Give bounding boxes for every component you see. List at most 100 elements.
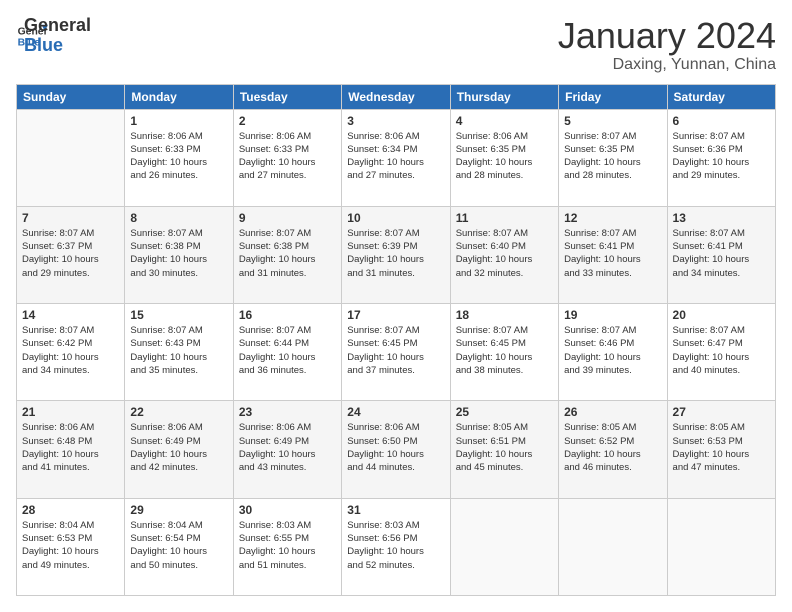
day-number: 27: [673, 405, 770, 419]
logo: General Blue General Blue: [16, 16, 91, 56]
day-info: Sunrise: 8:06 AM Sunset: 6:48 PM Dayligh…: [22, 421, 119, 474]
day-info: Sunrise: 8:07 AM Sunset: 6:39 PM Dayligh…: [347, 227, 444, 280]
day-number: 31: [347, 503, 444, 517]
calendar-cell: 18Sunrise: 8:07 AM Sunset: 6:45 PM Dayli…: [450, 304, 558, 401]
day-number: 10: [347, 211, 444, 225]
calendar-cell: 26 Sunrise: 8:05 AM Sunset: 6:52 PM Dayli…: [559, 401, 667, 498]
day-number: 28: [22, 503, 119, 517]
month-title: January 2024: [558, 16, 776, 56]
day-number: 14: [22, 308, 119, 322]
calendar-cell: 27 Sunrise: 8:05 AM Sunset: 6:53 PM Dayli…: [667, 401, 775, 498]
calendar-cell: 25Sunrise: 8:05 AM Sunset: 6:51 PM Dayli…: [450, 401, 558, 498]
day-number: 22: [130, 405, 227, 419]
logo-text-blue: Blue: [24, 36, 91, 56]
calendar-cell: 21 Sunrise: 8:06 AM Sunset: 6:48 PM Dayli…: [17, 401, 125, 498]
header-monday: Monday: [125, 84, 233, 109]
day-number: 12: [564, 211, 661, 225]
day-info: Sunrise: 8:07 AM Sunset: 6:35 PM Dayligh…: [564, 130, 661, 183]
page: General Blue General Blue January 2024 D…: [0, 0, 792, 612]
calendar-cell: 23Sunrise: 8:06 AM Sunset: 6:49 PM Dayli…: [233, 401, 341, 498]
day-info: Sunrise: 8:07 AM Sunset: 6:47 PM Dayligh…: [673, 324, 770, 377]
day-info: Sunrise: 8:07 AM Sunset: 6:45 PM Dayligh…: [347, 324, 444, 377]
header: General Blue General Blue January 2024 D…: [16, 16, 776, 74]
calendar-cell: 17 Sunrise: 8:07 AM Sunset: 6:45 PM Dayli…: [342, 304, 450, 401]
day-number: 16: [239, 308, 336, 322]
day-number: 23: [239, 405, 336, 419]
day-info: Sunrise: 8:07 AM Sunset: 6:40 PM Dayligh…: [456, 227, 553, 280]
day-info: Sunrise: 8:04 AM Sunset: 6:53 PM Dayligh…: [22, 519, 119, 572]
day-info: Sunrise: 8:06 AM Sunset: 6:33 PM Dayligh…: [130, 130, 227, 183]
day-info: Sunrise: 8:05 AM Sunset: 6:52 PM Dayligh…: [564, 421, 661, 474]
calendar-cell: 19Sunrise: 8:07 AM Sunset: 6:46 PM Dayli…: [559, 304, 667, 401]
day-number: 4: [456, 114, 553, 128]
day-info: Sunrise: 8:05 AM Sunset: 6:53 PM Dayligh…: [673, 421, 770, 474]
day-number: 1: [130, 114, 227, 128]
day-number: 13: [673, 211, 770, 225]
day-info: Sunrise: 8:06 AM Sunset: 6:49 PM Dayligh…: [130, 421, 227, 474]
calendar-cell: 31 Sunrise: 8:03 AM Sunset: 6:56 PM Dayli…: [342, 498, 450, 595]
calendar-cell: [450, 498, 558, 595]
day-number: 26: [564, 405, 661, 419]
calendar-row-4: 28 Sunrise: 8:04 AM Sunset: 6:53 PM Dayli…: [17, 498, 776, 595]
day-number: 17: [347, 308, 444, 322]
day-number: 15: [130, 308, 227, 322]
calendar-cell: 12 Sunrise: 8:07 AM Sunset: 6:41 PM Dayli…: [559, 206, 667, 303]
day-info: Sunrise: 8:07 AM Sunset: 6:41 PM Dayligh…: [564, 227, 661, 280]
day-info: Sunrise: 8:07 AM Sunset: 6:38 PM Dayligh…: [239, 227, 336, 280]
day-info: Sunrise: 8:07 AM Sunset: 6:37 PM Dayligh…: [22, 227, 119, 280]
header-wednesday: Wednesday: [342, 84, 450, 109]
day-number: 24: [347, 405, 444, 419]
day-number: 30: [239, 503, 336, 517]
calendar-cell: 5 Sunrise: 8:07 AM Sunset: 6:35 PM Daylig…: [559, 109, 667, 206]
calendar-cell: 4 Sunrise: 8:06 AM Sunset: 6:35 PM Daylig…: [450, 109, 558, 206]
calendar-row-1: 7Sunrise: 8:07 AM Sunset: 6:37 PM Daylig…: [17, 206, 776, 303]
header-friday: Friday: [559, 84, 667, 109]
day-number: 11: [456, 211, 553, 225]
day-number: 21: [22, 405, 119, 419]
calendar-cell: 22 Sunrise: 8:06 AM Sunset: 6:49 PM Dayli…: [125, 401, 233, 498]
calendar-cell: [559, 498, 667, 595]
calendar-cell: 1 Sunrise: 8:06 AM Sunset: 6:33 PM Daylig…: [125, 109, 233, 206]
calendar-cell: 28 Sunrise: 8:04 AM Sunset: 6:53 PM Dayli…: [17, 498, 125, 595]
calendar-cell: 30 Sunrise: 8:03 AM Sunset: 6:55 PM Dayli…: [233, 498, 341, 595]
day-number: 5: [564, 114, 661, 128]
day-info: Sunrise: 8:06 AM Sunset: 6:35 PM Dayligh…: [456, 130, 553, 183]
day-info: Sunrise: 8:03 AM Sunset: 6:55 PM Dayligh…: [239, 519, 336, 572]
calendar-row-2: 14 Sunrise: 8:07 AM Sunset: 6:42 PM Dayli…: [17, 304, 776, 401]
calendar-cell: 3 Sunrise: 8:06 AM Sunset: 6:34 PM Daylig…: [342, 109, 450, 206]
day-number: 29: [130, 503, 227, 517]
calendar-cell: 20 Sunrise: 8:07 AM Sunset: 6:47 PM Dayli…: [667, 304, 775, 401]
day-number: 9: [239, 211, 336, 225]
calendar-cell: 6 Sunrise: 8:07 AM Sunset: 6:36 PM Daylig…: [667, 109, 775, 206]
calendar-cell: 14 Sunrise: 8:07 AM Sunset: 6:42 PM Dayli…: [17, 304, 125, 401]
day-info: Sunrise: 8:06 AM Sunset: 6:34 PM Dayligh…: [347, 130, 444, 183]
day-info: Sunrise: 8:07 AM Sunset: 6:41 PM Dayligh…: [673, 227, 770, 280]
day-number: 18: [456, 308, 553, 322]
title-block: January 2024 Daxing, Yunnan, China: [558, 16, 776, 74]
weekday-header-row: Sunday Monday Tuesday Wednesday Thursday…: [17, 84, 776, 109]
calendar-cell: [17, 109, 125, 206]
calendar-cell: 29Sunrise: 8:04 AM Sunset: 6:54 PM Dayli…: [125, 498, 233, 595]
calendar-table: Sunday Monday Tuesday Wednesday Thursday…: [16, 84, 776, 596]
calendar-cell: 2Sunrise: 8:06 AM Sunset: 6:33 PM Daylig…: [233, 109, 341, 206]
day-info: Sunrise: 8:03 AM Sunset: 6:56 PM Dayligh…: [347, 519, 444, 572]
day-info: Sunrise: 8:07 AM Sunset: 6:44 PM Dayligh…: [239, 324, 336, 377]
calendar-cell: 13 Sunrise: 8:07 AM Sunset: 6:41 PM Dayli…: [667, 206, 775, 303]
calendar-cell: 7Sunrise: 8:07 AM Sunset: 6:37 PM Daylig…: [17, 206, 125, 303]
calendar-cell: [667, 498, 775, 595]
calendar-cell: 16 Sunrise: 8:07 AM Sunset: 6:44 PM Dayli…: [233, 304, 341, 401]
day-number: 8: [130, 211, 227, 225]
calendar-cell: 10 Sunrise: 8:07 AM Sunset: 6:39 PM Dayli…: [342, 206, 450, 303]
header-tuesday: Tuesday: [233, 84, 341, 109]
day-number: 25: [456, 405, 553, 419]
day-number: 20: [673, 308, 770, 322]
day-info: Sunrise: 8:07 AM Sunset: 6:36 PM Dayligh…: [673, 130, 770, 183]
day-info: Sunrise: 8:07 AM Sunset: 6:42 PM Dayligh…: [22, 324, 119, 377]
header-sunday: Sunday: [17, 84, 125, 109]
day-info: Sunrise: 8:06 AM Sunset: 6:33 PM Dayligh…: [239, 130, 336, 183]
calendar-row-3: 21 Sunrise: 8:06 AM Sunset: 6:48 PM Dayli…: [17, 401, 776, 498]
day-number: 6: [673, 114, 770, 128]
day-number: 3: [347, 114, 444, 128]
location-title: Daxing, Yunnan, China: [558, 56, 776, 74]
calendar-cell: 9 Sunrise: 8:07 AM Sunset: 6:38 PM Daylig…: [233, 206, 341, 303]
